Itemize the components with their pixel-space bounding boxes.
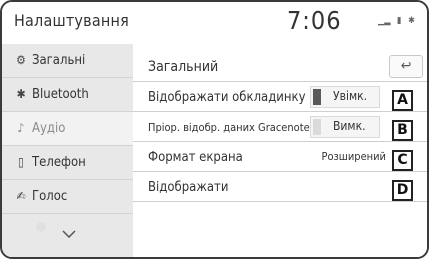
chevron-down-icon[interactable] bbox=[62, 227, 76, 241]
sidebar-item-label: Загальні bbox=[32, 53, 86, 68]
toggle-indicator bbox=[313, 119, 321, 135]
sidebar-item-voice[interactable]: ✍ Голос bbox=[2, 180, 133, 214]
header-bar: Налаштування 7:06 ▁▂ ▮ ✱ bbox=[2, 2, 427, 44]
toggle-indicator bbox=[313, 89, 321, 105]
callout-b: B bbox=[392, 120, 413, 141]
setting-label: Пріор. відобр. даних Gracenote bbox=[148, 121, 310, 134]
setting-row-screen-format[interactable]: Формат екрана Розширений bbox=[133, 142, 427, 172]
section-title: Загальний bbox=[148, 59, 219, 75]
back-arrow-icon: ↩ bbox=[400, 58, 412, 74]
back-button[interactable]: ↩ bbox=[389, 55, 423, 78]
setting-label: Відображати bbox=[148, 180, 229, 195]
callout-a: A bbox=[392, 90, 413, 111]
toggle-value: Вимк. bbox=[333, 119, 366, 133]
sidebar-item-label: Аудіо bbox=[32, 121, 66, 136]
section-header: Загальний ↩ bbox=[133, 52, 427, 82]
faded-item-icon bbox=[36, 222, 46, 232]
setting-label: Відображати обкладинку bbox=[148, 90, 306, 105]
sidebar-item-audio[interactable]: ♪ Аудіо bbox=[2, 112, 133, 146]
music-note-icon: ♪ bbox=[17, 121, 25, 135]
battery-icon: ▮ bbox=[397, 16, 402, 26]
page-title: Налаштування bbox=[14, 11, 129, 30]
setting-row-gracenote[interactable]: Пріор. відобр. даних Gracenote Вимк. bbox=[133, 112, 427, 142]
sidebar-item-phone[interactable]: ▯ Телефон bbox=[2, 146, 133, 180]
screen-frame: Налаштування 7:06 ▁▂ ▮ ✱ ⚙ Загальні ✱ Bl… bbox=[0, 0, 429, 259]
cover-art-toggle[interactable]: Увімк. bbox=[310, 86, 380, 108]
toggle-value: Увімк. bbox=[333, 89, 368, 103]
phone-icon: ▯ bbox=[18, 155, 24, 169]
callout-c: C bbox=[392, 150, 413, 171]
sidebar-item-label: Голос bbox=[32, 189, 68, 204]
sidebar-item-general[interactable]: ⚙ Загальні bbox=[2, 44, 133, 78]
sidebar: ⚙ Загальні ✱ Bluetooth ♪ Аудіо ▯ Телефон… bbox=[2, 44, 133, 257]
status-icons: ▁▂ ▮ ✱ bbox=[378, 16, 419, 26]
sidebar-item-label: Bluetooth bbox=[32, 87, 89, 102]
callout-d: D bbox=[392, 180, 413, 201]
signal-icon: ▁▂ bbox=[378, 16, 391, 26]
gear-icon: ⚙ bbox=[16, 53, 26, 67]
settings-panel: Загальний ↩ Відображати обкладинку Увімк… bbox=[133, 44, 427, 257]
setting-row-display[interactable]: Відображати bbox=[133, 172, 427, 202]
setting-label: Формат екрана bbox=[148, 150, 243, 165]
setting-row-cover-art[interactable]: Відображати обкладинку Увімк. bbox=[133, 82, 427, 112]
sidebar-item-bluetooth[interactable]: ✱ Bluetooth bbox=[2, 78, 133, 112]
screen-format-value: Розширений bbox=[321, 150, 386, 163]
clock: 7:06 bbox=[287, 6, 342, 35]
sidebar-item-label: Телефон bbox=[32, 155, 86, 170]
bluetooth-icon: ✱ bbox=[408, 16, 415, 26]
voice-icon: ✍ bbox=[16, 189, 26, 203]
gracenote-toggle[interactable]: Вимк. bbox=[310, 116, 380, 138]
bluetooth-icon: ✱ bbox=[16, 87, 26, 101]
